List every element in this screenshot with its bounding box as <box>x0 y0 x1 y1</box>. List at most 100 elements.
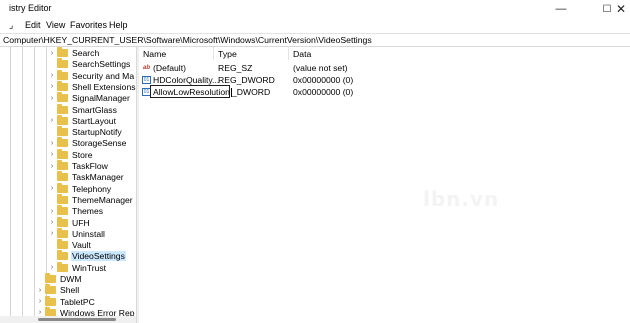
minimize-button[interactable]: — <box>538 0 584 18</box>
rename-input[interactable]: AllowLowResolution <box>150 85 232 98</box>
tree-item-label: SearchSettings <box>72 59 131 70</box>
title-bar: istry Editor — ☐ ✕ <box>0 0 630 18</box>
tree-item[interactable]: › Telephony <box>48 182 112 194</box>
tree-item[interactable]: › SignalManager <box>48 92 131 104</box>
tree-item-label: StorageSense <box>72 138 127 149</box>
tree-item[interactable]: › Security and Ma <box>48 69 135 81</box>
folder-icon <box>57 171 68 182</box>
tree-item-label: StartupNotify <box>72 127 122 138</box>
tree-item-label: StartLayout <box>72 115 116 126</box>
folder-icon <box>57 148 68 159</box>
tree-item-label: Store <box>72 149 93 160</box>
tree-item[interactable]: › Store <box>48 148 94 160</box>
address-bar[interactable]: Computer\HKEY_CURRENT_USER\Software\Micr… <box>0 33 630 47</box>
window-title: istry Editor <box>9 3 52 13</box>
registry-tree[interactable]: › Search SearchSettings › Security and Ma › Sh… <box>0 47 136 323</box>
folder-icon <box>57 114 68 125</box>
chevron-right-icon[interactable]: › <box>48 230 56 237</box>
menu-favorites[interactable]: Favorites <box>70 20 107 30</box>
chevron-right-icon[interactable]: › <box>48 219 56 226</box>
tree-item[interactable]: › UFH <box>48 216 91 228</box>
tree-item[interactable]: › Uninstall <box>48 227 106 239</box>
chevron-right-icon[interactable]: › <box>36 287 44 294</box>
tree-item-label: DWM <box>60 274 82 285</box>
value-row[interactable]: 01 AllowLowResolution _DWORD 0x00000000 … <box>140 85 440 98</box>
tree-item-label: Uninstall <box>72 228 105 239</box>
column-header-type[interactable]: Type <box>218 49 237 59</box>
folder-icon <box>57 137 68 148</box>
chevron-right-icon[interactable]: › <box>48 185 56 192</box>
tree-item[interactable]: › StartLayout <box>48 114 117 126</box>
chevron-right-icon[interactable]: › <box>48 140 56 147</box>
tree-item[interactable]: › TabletPC <box>36 295 96 307</box>
chevron-right-icon[interactable]: › <box>48 163 56 170</box>
folder-icon <box>57 92 68 103</box>
tree-item[interactable]: Vault <box>48 239 92 251</box>
folder-icon <box>57 193 68 204</box>
menu-help[interactable]: Help <box>109 20 128 30</box>
string-value-icon: ab <box>142 65 150 71</box>
tree-item-label: Vault <box>72 240 91 251</box>
tree-item[interactable]: TaskManager <box>48 171 125 183</box>
tree-item-label: VideoSettings <box>71 251 126 262</box>
chevron-right-icon[interactable]: › <box>48 208 56 215</box>
column-header-data[interactable]: Data <box>293 49 311 59</box>
menu-edit[interactable]: Edit <box>25 20 41 30</box>
value-type: REG_DWORD <box>218 75 275 85</box>
menu-view[interactable]: View <box>46 20 65 30</box>
chevron-right-icon[interactable]: › <box>48 151 56 158</box>
value-type: _DWORD <box>232 87 271 97</box>
chevron-right-icon[interactable]: › <box>48 95 56 102</box>
tree-item-label: TaskManager <box>72 172 124 183</box>
tree-item-label: Security and Ma <box>72 70 135 81</box>
tree-item[interactable]: VideoSettings <box>48 250 126 262</box>
value-data: 0x00000000 (0) <box>293 75 354 85</box>
folder-icon <box>45 295 56 306</box>
tree-item[interactable]: ThemeManager <box>48 193 134 205</box>
chevron-right-icon[interactable]: › <box>48 72 56 79</box>
tree-item[interactable]: SmartGlass <box>48 103 118 115</box>
value-name: (Default) <box>153 63 186 73</box>
tree-item[interactable]: SearchSettings <box>48 58 131 70</box>
chevron-right-icon[interactable]: › <box>48 83 56 90</box>
folder-icon <box>57 261 68 272</box>
tree-item[interactable]: › WinTrust <box>48 261 107 273</box>
chevron-right-icon[interactable]: › <box>48 264 56 271</box>
tree-item[interactable]: › Themes <box>48 205 104 217</box>
column-separator[interactable] <box>288 47 289 60</box>
folder-icon <box>45 284 56 295</box>
tree-item[interactable]: StartupNotify <box>48 126 123 138</box>
tree-item[interactable]: DWM <box>36 273 82 285</box>
tree-guide-line <box>34 47 35 323</box>
menu-bar: ⌟ Edit View Favorites Help <box>0 18 630 32</box>
folder-icon <box>57 47 68 58</box>
column-header-name[interactable]: Name <box>143 49 166 59</box>
scrollbar-thumb[interactable] <box>38 318 116 321</box>
tree-item[interactable]: › Shell <box>36 284 80 296</box>
column-separator[interactable] <box>213 47 214 60</box>
folder-icon <box>57 216 68 227</box>
pane-splitter[interactable] <box>136 47 139 323</box>
tree-item[interactable]: › TaskFlow <box>48 160 109 172</box>
value-data: (value not set) <box>293 63 348 73</box>
tree-item-label: TabletPC <box>60 296 95 307</box>
tree-item[interactable]: › Search <box>48 47 100 59</box>
folder-icon <box>57 103 68 114</box>
value-data: 0x00000000 (0) <box>293 87 354 97</box>
address-path: Computer\HKEY_CURRENT_USER\Software\Micr… <box>3 35 372 45</box>
minimize-icon: — <box>555 3 567 15</box>
values-list[interactable]: Name Type Data ab (Default) REG_SZ (valu… <box>140 47 630 323</box>
menu-file[interactable]: ⌟ <box>9 20 13 31</box>
tree-item[interactable]: › StorageSense <box>48 137 127 149</box>
chevron-right-icon[interactable]: › <box>36 298 44 305</box>
close-button[interactable]: ✕ <box>612 0 630 18</box>
tree-item-label: SmartGlass <box>72 104 117 115</box>
tree-item-label: Shell <box>60 285 80 296</box>
tree-item-label: SignalManager <box>72 93 130 104</box>
tree-horizontal-scrollbar[interactable] <box>0 316 136 323</box>
chevron-right-icon[interactable]: › <box>48 50 56 57</box>
tree-item[interactable]: › Shell Extensions <box>48 80 136 92</box>
chevron-right-icon[interactable]: › <box>48 117 56 124</box>
value-row[interactable]: ab (Default) REG_SZ (value not set) <box>140 62 440 74</box>
value-type: REG_SZ <box>218 63 253 73</box>
